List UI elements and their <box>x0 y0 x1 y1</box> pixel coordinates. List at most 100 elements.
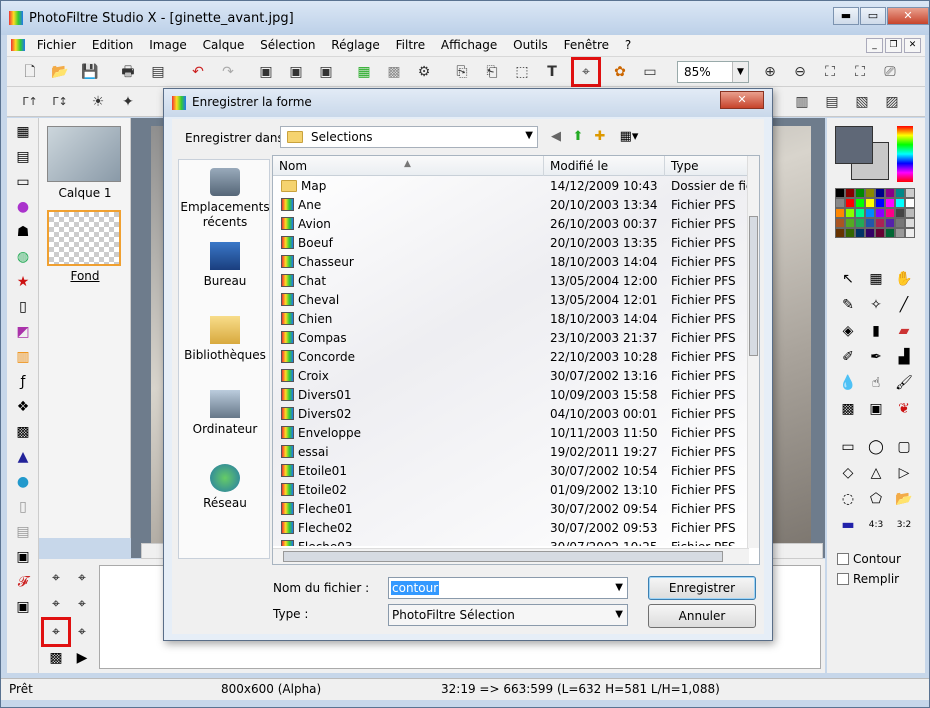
palette-swatch[interactable] <box>875 218 885 228</box>
menu-image[interactable]: Image <box>143 35 193 57</box>
menu-help[interactable]: ? <box>619 35 637 57</box>
place-desktop[interactable]: Bureau <box>179 242 271 289</box>
file-row[interactable]: Fleche03 30/07/2002 10:25 Fichier PFS <box>273 537 749 546</box>
cancel-button[interactable]: Annuler <box>648 604 756 628</box>
doc-close-button[interactable]: ✕ <box>904 38 921 53</box>
file-row[interactable]: essai 19/02/2011 19:27 Fichier PFS <box>273 442 749 461</box>
aspect-32-button[interactable]: 3:2 <box>893 514 915 536</box>
shape-tool-c-icon[interactable]: ⌖ <box>45 593 67 615</box>
column-modified[interactable]: Modifié le <box>550 159 608 173</box>
folder-row[interactable]: Map 14/12/2009 10:43 Dossier de fich <box>273 176 749 195</box>
palette-swatch[interactable] <box>875 208 885 218</box>
file-row[interactable]: Cheval 13/05/2004 12:01 Fichier PFS <box>273 290 749 309</box>
html-icon[interactable]: ▣ <box>12 596 34 618</box>
save-button[interactable]: Enregistrer <box>648 576 756 600</box>
scroll-thumb[interactable] <box>749 216 758 356</box>
magic-wand-icon[interactable]: ✧ <box>865 294 887 316</box>
scan-icon[interactable]: ▤ <box>147 61 169 83</box>
file-row[interactable]: Croix 30/07/2002 13:16 Fichier PFS <box>273 366 749 385</box>
zoom-select[interactable]: 85% ▼ <box>677 61 749 83</box>
palette-swatch[interactable] <box>885 188 895 198</box>
zoom-out-icon[interactable]: ⊖ <box>789 61 811 83</box>
palette-swatch[interactable] <box>865 198 875 208</box>
chevron-down-icon[interactable]: ▼ <box>525 130 533 141</box>
mesh-icon[interactable]: ▩ <box>837 398 859 420</box>
magic-wand-select-icon[interactable]: ▦ <box>865 268 887 290</box>
print-icon[interactable]: 🖶 <box>117 61 139 83</box>
palette-swatch[interactable] <box>845 218 855 228</box>
palette-swatch[interactable] <box>895 228 905 238</box>
palette-swatch[interactable] <box>845 208 855 218</box>
film-icon[interactable]: ▤ <box>12 521 34 543</box>
zoom-in-icon[interactable]: ⊕ <box>759 61 781 83</box>
polygon-icon[interactable]: ⬠ <box>865 488 887 510</box>
histogram-icon[interactable]: ▲ <box>12 446 34 468</box>
shape-tool-e-icon[interactable]: ⌖ <box>71 621 93 643</box>
dialog-close-button[interactable]: ✕ <box>720 91 764 109</box>
column-name[interactable]: Nom <box>279 159 307 173</box>
shape-tool-f-icon[interactable]: ▩ <box>45 647 67 669</box>
triangle-icon[interactable]: △ <box>865 462 887 484</box>
new-icon[interactable]: 🗋 <box>19 61 41 83</box>
palette-swatch[interactable] <box>835 208 845 218</box>
palette-swatch[interactable] <box>855 228 865 238</box>
play-icon[interactable]: ▶ <box>71 647 93 669</box>
palette-swatch[interactable] <box>885 208 895 218</box>
title-bar[interactable]: PhotoFiltre Studio X - [ginette_avant.jp… <box>1 1 929 35</box>
note-icon[interactable]: ▯ <box>12 296 34 318</box>
book-icon[interactable]: ▯ <box>12 496 34 518</box>
chevron-down-icon[interactable]: ▼ <box>615 582 623 593</box>
scroll-thumb[interactable] <box>283 551 723 562</box>
palette-swatch[interactable] <box>875 188 885 198</box>
file-list-horizontal-scrollbar[interactable] <box>273 548 749 564</box>
calculator-icon[interactable]: ▦ <box>12 121 34 143</box>
paint-brush-icon[interactable]: 🖌 <box>893 372 915 394</box>
palette-swatch[interactable] <box>835 188 845 198</box>
stamp-icon[interactable]: ▟ <box>893 346 915 368</box>
font-icon[interactable]: 𝓕 <box>12 571 34 593</box>
shape-tool-b-icon[interactable]: ⌖ <box>71 567 93 589</box>
save-icon[interactable]: 💾 <box>79 61 101 83</box>
palette-swatch[interactable] <box>835 228 845 238</box>
file-list-vertical-scrollbar[interactable] <box>747 156 759 548</box>
grid-icon[interactable]: ▤ <box>12 146 34 168</box>
layer-thumbnail-fond[interactable] <box>47 210 121 266</box>
copy-icon[interactable]: ⎘ <box>451 61 473 83</box>
layout-c-icon[interactable]: ▧ <box>851 91 873 113</box>
file-row[interactable]: Divers01 10/09/2003 15:58 Fichier PFS <box>273 385 749 404</box>
aspect-free-icon[interactable]: ▬ <box>837 514 859 536</box>
menu-reglage[interactable]: Réglage <box>325 35 386 57</box>
file-row[interactable]: Enveloppe 10/11/2003 11:50 Fichier PFS <box>273 423 749 442</box>
minimize-button[interactable]: ▬ <box>833 7 859 25</box>
function-icon[interactable]: ƒ <box>12 371 34 393</box>
eraser-icon[interactable]: ▰ <box>893 320 915 342</box>
gradient-tool-icon[interactable]: ◩ <box>12 321 34 343</box>
menu-filtre[interactable]: Filtre <box>390 35 431 57</box>
window-icon[interactable]: ▭ <box>639 61 661 83</box>
pointer-icon[interactable]: ↖ <box>837 268 859 290</box>
ball-icon[interactable]: ● <box>12 471 34 493</box>
fullscreen-icon[interactable]: ⎚ <box>879 61 901 83</box>
palette-swatch[interactable] <box>895 188 905 198</box>
plugin-icon[interactable]: ✿ <box>609 61 631 83</box>
layout-b-icon[interactable]: ▤ <box>821 91 843 113</box>
save-disk-icon[interactable]: ▣ <box>12 546 34 568</box>
menu-outils[interactable]: Outils <box>507 35 554 57</box>
fit-icon[interactable]: ⛶ <box>819 61 841 83</box>
mosaic-icon[interactable]: ▩ <box>12 421 34 443</box>
text-icon[interactable]: T <box>541 61 563 83</box>
chevron-down-icon[interactable]: ▼ <box>615 609 623 620</box>
palette-swatch[interactable] <box>865 188 875 198</box>
menu-affichage[interactable]: Affichage <box>435 35 503 57</box>
save-shape-tool-icon[interactable]: ⌖ <box>41 617 71 647</box>
monitor-icon[interactable]: ▭ <box>12 171 34 193</box>
file-row[interactable]: Compas 23/10/2003 21:37 Fichier PFS <box>273 328 749 347</box>
place-recent[interactable]: Emplacements récents <box>179 168 271 230</box>
layout-a-icon[interactable]: ▥ <box>791 91 813 113</box>
filename-input[interactable]: contour ▼ <box>388 577 628 599</box>
portrait-icon[interactable]: ▣ <box>865 398 887 420</box>
hand-icon[interactable]: ✋ <box>893 268 915 290</box>
menu-fenetre[interactable]: Fenêtre <box>558 35 615 57</box>
triangle-right-icon[interactable]: ▷ <box>893 462 915 484</box>
chevron-down-icon[interactable]: ▼ <box>732 62 748 82</box>
